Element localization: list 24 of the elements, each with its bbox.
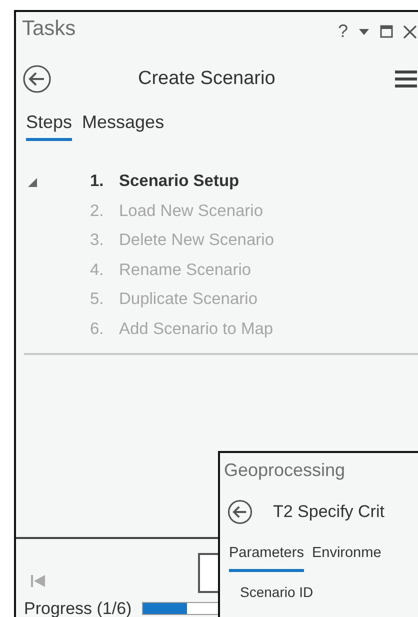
back-icon[interactable] bbox=[227, 499, 253, 525]
close-icon[interactable] bbox=[403, 24, 417, 38]
help-button[interactable]: ? bbox=[338, 18, 348, 45]
step-number: 5. bbox=[90, 289, 105, 310]
pane-title: Geoprocessing bbox=[224, 459, 346, 482]
field-label: Scenario ID bbox=[240, 583, 314, 602]
tab[interactable]: Parameters bbox=[229, 541, 304, 572]
back-icon[interactable] bbox=[22, 64, 52, 94]
step-number: 6. bbox=[90, 318, 105, 340]
tab[interactable]: Steps bbox=[26, 110, 72, 141]
tab[interactable]: Environme bbox=[312, 541, 382, 572]
task-title: Create Scenario bbox=[138, 66, 276, 91]
step-number: 2. bbox=[90, 200, 105, 222]
expanded-icon[interactable] bbox=[28, 178, 37, 187]
step-number: 3. bbox=[90, 230, 105, 252]
step-label[interactable]: Scenario Setup bbox=[119, 169, 240, 194]
dropdown-icon[interactable] bbox=[358, 28, 370, 36]
step-number: 4. bbox=[90, 260, 105, 281]
menu-icon[interactable] bbox=[395, 69, 417, 89]
step-number: 1. bbox=[90, 171, 105, 192]
maximize-icon[interactable] bbox=[380, 25, 393, 38]
tool-title: T2 Specify Crit bbox=[273, 501, 384, 524]
pane-title: Tasks bbox=[22, 16, 76, 42]
tab[interactable]: Messages bbox=[82, 110, 164, 141]
